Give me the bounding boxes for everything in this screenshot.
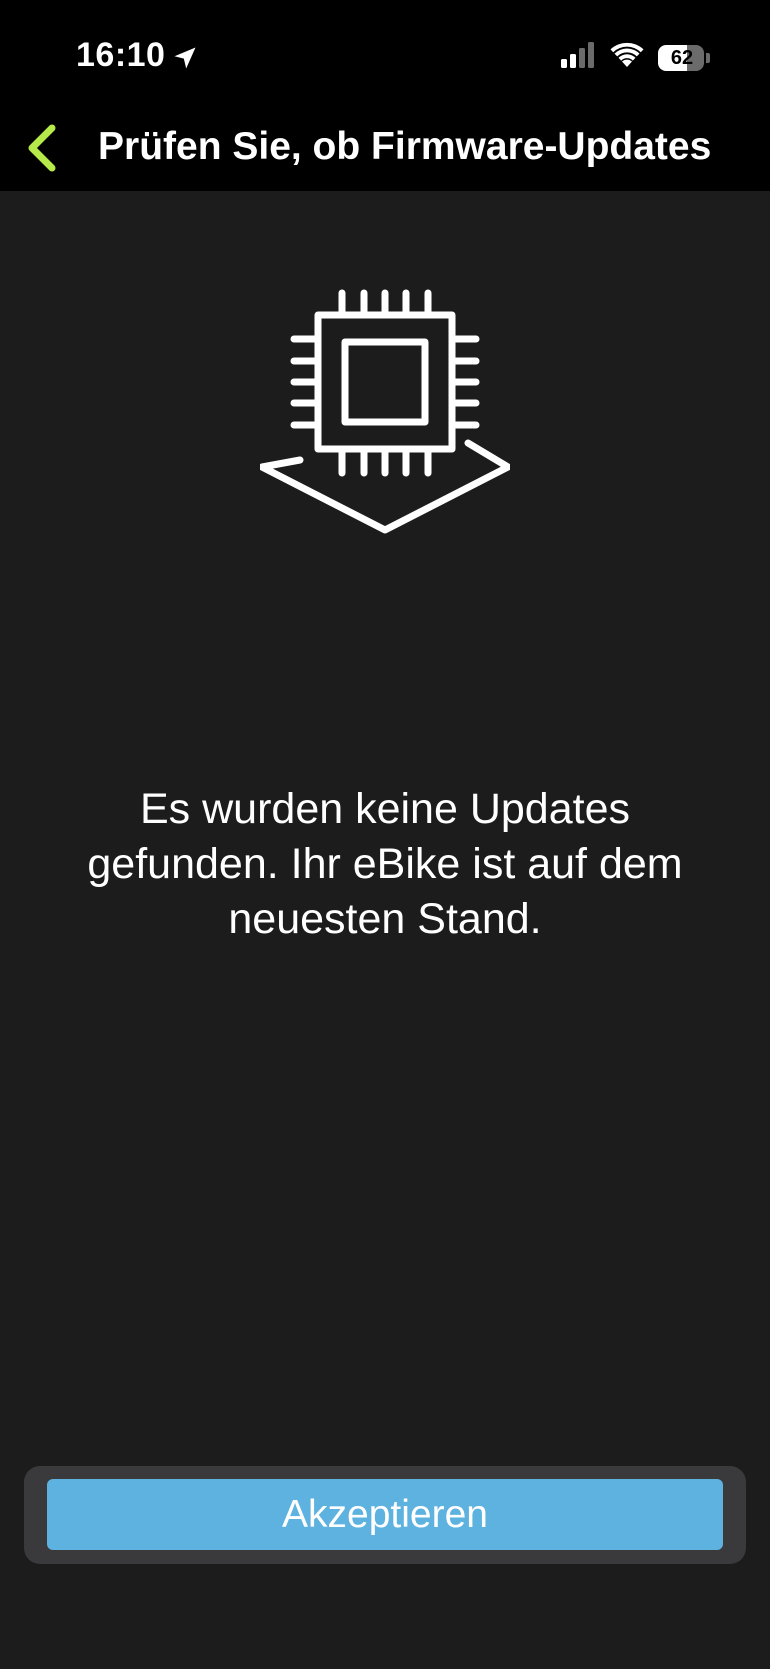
accept-button[interactable]: Akzeptieren <box>47 1479 723 1550</box>
location-arrow-icon <box>171 42 199 70</box>
status-time: 16:10 <box>76 36 166 74</box>
firmware-chip-icon <box>258 285 512 535</box>
nav-header: Prüfen Sie, ob Firmware-Updates <box>0 110 770 191</box>
button-tray: Akzeptieren <box>24 1466 746 1564</box>
top-bar: 16:10 62 Prüfen Sie, ob Firmware-Updates <box>0 0 770 191</box>
screen: 16:10 62 Prüfen Sie, ob Firmware-Updates… <box>0 0 770 1669</box>
status-time-wrap: 16:10 <box>76 36 199 75</box>
battery-icon: 62 <box>658 44 710 71</box>
status-message: Es wurden keine Updates gefunden. Ihr eB… <box>87 785 683 943</box>
page-title: Prüfen Sie, ob Firmware-Updates <box>98 125 712 168</box>
battery-percent: 62 <box>670 46 694 69</box>
status-indicators: 62 <box>560 42 710 73</box>
status-bar: 16:10 62 <box>0 0 770 110</box>
wifi-icon <box>610 42 644 73</box>
chevron-left-icon <box>28 124 56 172</box>
cellular-signal-icon <box>560 42 596 73</box>
back-button[interactable] <box>14 118 70 178</box>
